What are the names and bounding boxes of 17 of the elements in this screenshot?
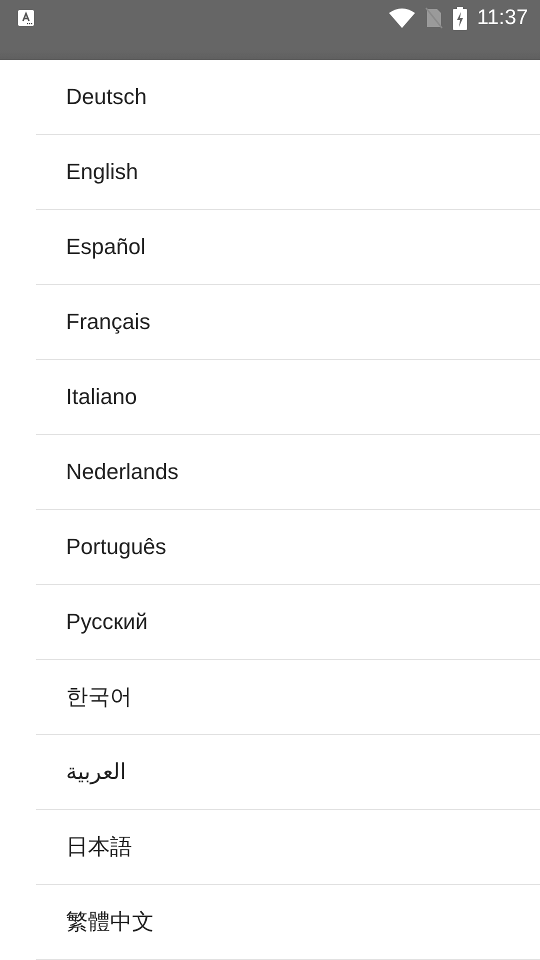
language-item[interactable]: Português [36, 510, 540, 585]
wifi-icon [389, 8, 415, 28]
no-sim-icon [425, 7, 443, 29]
language-item[interactable]: Français [36, 285, 540, 360]
language-item[interactable]: English [36, 135, 540, 210]
battery-charging-icon [453, 6, 467, 30]
language-item[interactable]: Nederlands [36, 435, 540, 510]
language-item[interactable]: Italiano [36, 360, 540, 435]
language-item[interactable]: Deutsch [36, 60, 540, 135]
language-item[interactable]: Español [36, 210, 540, 285]
language-item[interactable]: 繁體中文 [36, 885, 540, 960]
keyboard-icon [18, 10, 34, 26]
language-item[interactable]: 日本語 [36, 810, 540, 885]
language-item[interactable]: Русский [36, 585, 540, 660]
language-item[interactable]: 한국어 [36, 660, 540, 735]
language-item[interactable]: العربية [36, 735, 540, 810]
clock-time: 11:37 [477, 6, 528, 30]
